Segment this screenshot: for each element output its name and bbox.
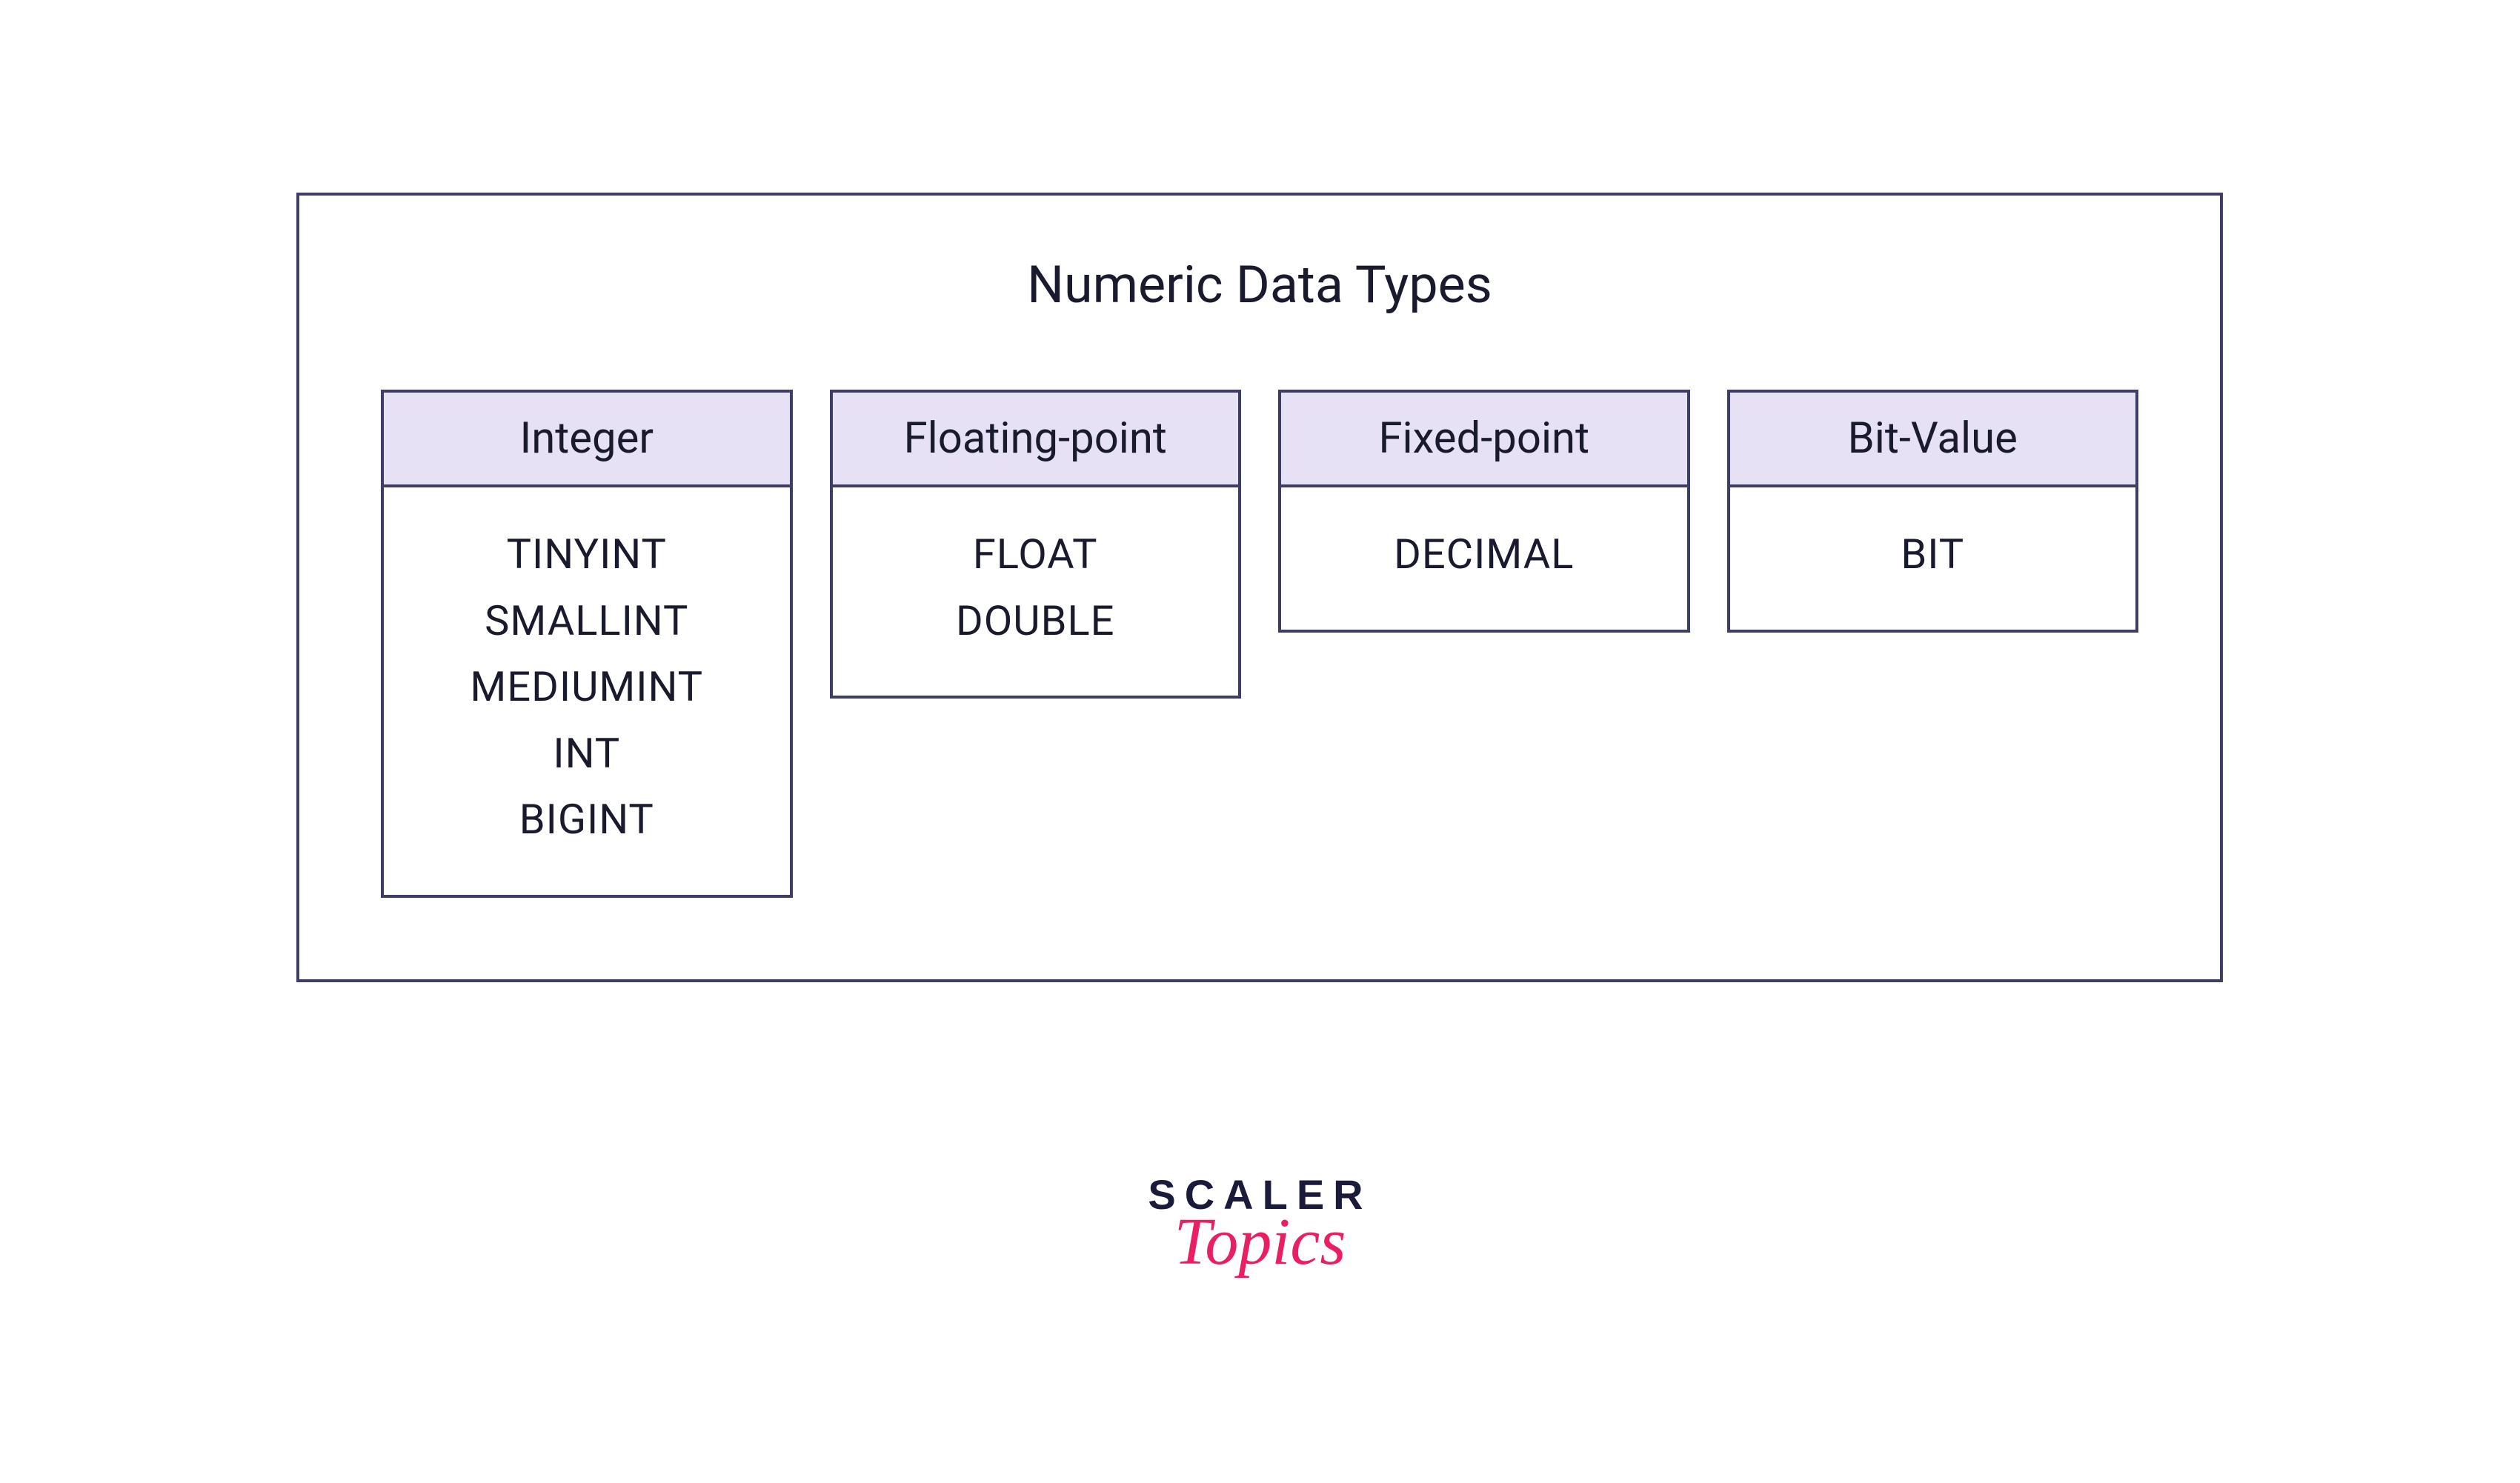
diagram-canvas: Numeric Data Types Integer TINYINT SMALL… [296,193,2223,982]
brand-logo: SCALER Topics [1148,1170,1372,1280]
type-item: INT [399,721,775,787]
category-bit-value: Bit-Value BIT [1727,390,2139,633]
category-body: BIT [1730,487,2136,630]
category-header: Bit-Value [1730,393,2136,487]
type-item: BIT [1745,521,2121,588]
type-item: FLOAT [848,521,1224,588]
outer-container: Numeric Data Types Integer TINYINT SMALL… [296,193,2223,982]
type-item: MEDIUMINT [399,654,775,721]
category-body: TINYINT SMALLINT MEDIUMINT INT BIGINT [384,487,790,895]
category-integer: Integer TINYINT SMALLINT MEDIUMINT INT B… [381,390,793,898]
category-fixed-point: Fixed-point DECIMAL [1278,390,1690,633]
categories-row: Integer TINYINT SMALLINT MEDIUMINT INT B… [381,390,2138,898]
category-floating-point: Floating-point FLOAT DOUBLE [830,390,1242,699]
type-item: DECIMAL [1296,521,1672,588]
category-header: Fixed-point [1281,393,1687,487]
type-item: TINYINT [399,521,775,588]
type-item: DOUBLE [848,588,1224,655]
category-header: Integer [384,393,790,487]
category-body: FLOAT DOUBLE [833,487,1239,696]
diagram-title: Numeric Data Types [381,255,2138,316]
category-header: Floating-point [833,393,1239,487]
logo-text-topics: Topics [1148,1204,1372,1280]
type-item: BIGINT [399,787,775,853]
type-item: SMALLINT [399,588,775,655]
category-body: DECIMAL [1281,487,1687,630]
